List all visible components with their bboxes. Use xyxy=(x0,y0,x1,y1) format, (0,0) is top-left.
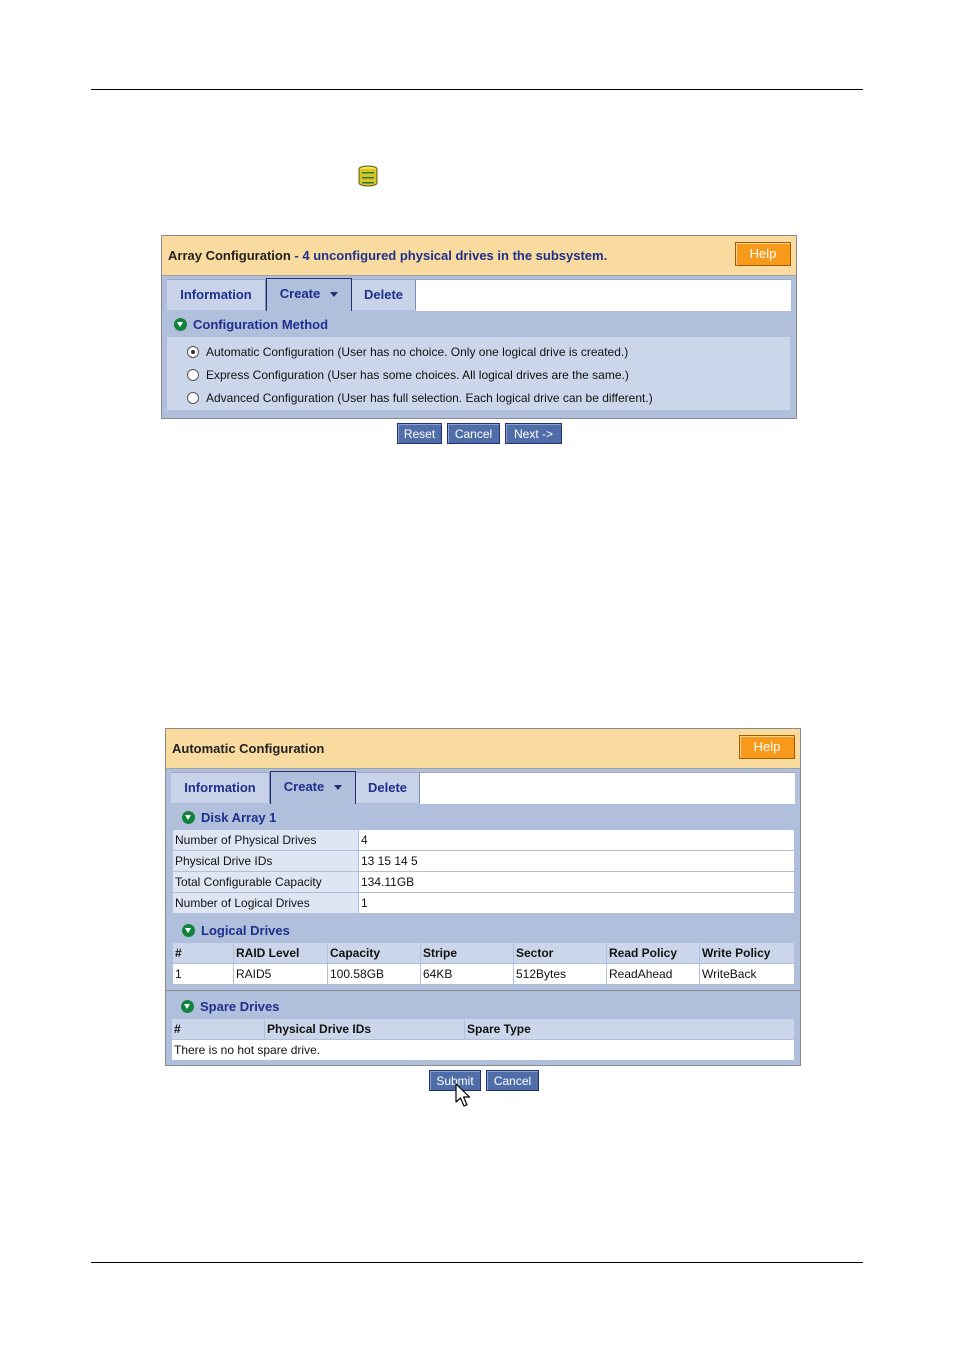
option-automatic-label: Automatic Configuration (User has no cho… xyxy=(206,345,629,359)
section-title: Logical Drives xyxy=(201,923,290,938)
radio-advanced[interactable] xyxy=(187,392,199,404)
table-header-row: # RAID Level Capacity Stripe Sector Read… xyxy=(172,942,795,964)
collapse-icon[interactable] xyxy=(174,318,187,331)
section-title: Spare Drives xyxy=(200,999,280,1014)
column-header: Read Policy xyxy=(606,942,700,964)
section-disk-array: Disk Array 1 xyxy=(182,810,276,825)
section-logical-drives: Logical Drives xyxy=(182,923,290,938)
tab-bar: Information Create Delete xyxy=(167,278,791,311)
section-configuration-method: Configuration Method xyxy=(174,317,328,332)
collapse-icon[interactable] xyxy=(182,811,195,824)
row-key: Total Configurable Capacity xyxy=(172,871,359,893)
cell: 1 xyxy=(172,963,234,985)
column-header: Sector xyxy=(513,942,607,964)
panel-header: Array Configuration - 4 unconfigured phy… xyxy=(162,236,796,276)
option-express-label: Express Configuration (User has some cho… xyxy=(206,368,629,382)
table-row: Number of Physical Drives 4 xyxy=(172,829,795,851)
column-header: Spare Type xyxy=(464,1018,795,1040)
disk-array-icon xyxy=(358,165,378,187)
table-row: There is no hot spare drive. xyxy=(171,1039,795,1061)
tab-create-label: Create xyxy=(279,286,321,301)
tab-information-label: Information xyxy=(184,780,256,795)
automatic-configuration-panel: Automatic Configuration Help Information… xyxy=(165,728,801,1066)
panel-title: Array Configuration - 4 unconfigured phy… xyxy=(168,248,607,263)
row-key: Physical Drive IDs xyxy=(172,850,359,872)
bottom-rule xyxy=(91,1262,863,1263)
option-advanced-label: Advanced Configuration (User has full se… xyxy=(206,391,653,405)
table-row: Total Configurable Capacity 134.11GB xyxy=(172,871,795,893)
panel-title: Automatic Configuration xyxy=(172,741,325,756)
section-spare-drives: Spare Drives xyxy=(181,999,280,1014)
option-express[interactable]: Express Configuration (User has some cho… xyxy=(187,368,629,382)
tab-delete[interactable]: Delete xyxy=(352,279,416,310)
tab-information[interactable]: Information xyxy=(171,772,270,803)
tab-information[interactable]: Information xyxy=(167,279,266,310)
row-key: Number of Physical Drives xyxy=(172,829,359,851)
row-key: Number of Logical Drives xyxy=(172,892,359,914)
row-value: 13 15 14 5 xyxy=(358,850,795,872)
cell: 100.58GB xyxy=(327,963,421,985)
mouse-pointer-icon xyxy=(455,1083,471,1107)
cell: 64KB xyxy=(420,963,514,985)
tab-bar: Information Create Delete xyxy=(171,771,795,804)
chevron-down-icon xyxy=(334,785,343,791)
section-title: Configuration Method xyxy=(193,317,329,332)
tab-create[interactable]: Create xyxy=(270,771,356,804)
next-button[interactable]: Next -> xyxy=(505,423,562,444)
tab-create[interactable]: Create xyxy=(266,278,352,311)
column-header: # xyxy=(172,942,234,964)
title-text: Array Configuration xyxy=(168,248,291,263)
radio-automatic[interactable] xyxy=(187,346,199,358)
cancel-button[interactable]: Cancel xyxy=(447,423,500,444)
column-header: RAID Level xyxy=(233,942,328,964)
option-advanced[interactable]: Advanced Configuration (User has full se… xyxy=(187,391,653,405)
collapse-icon[interactable] xyxy=(181,1000,194,1013)
tab-information-label: Information xyxy=(180,287,252,302)
column-header: Capacity xyxy=(327,942,421,964)
section-divider xyxy=(166,990,800,991)
title-subtitle: - 4 unconfigured physical drives in the … xyxy=(290,248,608,263)
cancel-button[interactable]: Cancel xyxy=(486,1070,539,1091)
section-title: Disk Array 1 xyxy=(201,810,277,825)
panel-header: Automatic Configuration Help xyxy=(166,729,800,769)
collapse-icon[interactable] xyxy=(182,924,195,937)
tab-bar-fill xyxy=(416,279,791,311)
option-automatic[interactable]: Automatic Configuration (User has no cho… xyxy=(187,345,628,359)
row-value: 134.11GB xyxy=(358,871,795,893)
logical-drives-table: # RAID Level Capacity Stripe Sector Read… xyxy=(172,942,795,985)
cell: 512Bytes xyxy=(513,963,607,985)
table-row: 1 RAID5 100.58GB 64KB 512Bytes ReadAhead… xyxy=(172,963,795,985)
column-header: Stripe xyxy=(420,942,514,964)
table-row: Number of Logical Drives 1 xyxy=(172,892,795,914)
tab-delete-label: Delete xyxy=(367,780,408,795)
table-header-row: # Physical Drive IDs Spare Type xyxy=(171,1018,795,1040)
reset-button[interactable]: Reset xyxy=(397,423,442,444)
cell: RAID5 xyxy=(233,963,328,985)
options-box: Automatic Configuration (User has no cho… xyxy=(167,337,790,410)
help-button[interactable]: Help xyxy=(739,735,795,759)
row-value: 1 xyxy=(358,892,795,914)
disk-array-table: Number of Physical Drives 4 Physical Driv… xyxy=(172,829,795,914)
cell: ReadAhead xyxy=(606,963,700,985)
radio-express[interactable] xyxy=(187,369,199,381)
tab-create-label: Create xyxy=(283,779,325,794)
cell: WriteBack xyxy=(699,963,795,985)
empty-message: There is no hot spare drive. xyxy=(171,1039,795,1061)
tab-delete[interactable]: Delete xyxy=(356,772,420,803)
array-configuration-panel: Array Configuration - 4 unconfigured phy… xyxy=(161,235,797,419)
column-header: Write Policy xyxy=(699,942,795,964)
column-header: Physical Drive IDs xyxy=(264,1018,465,1040)
row-value: 4 xyxy=(358,829,795,851)
column-header: # xyxy=(171,1018,265,1040)
tab-bar-fill xyxy=(420,772,795,804)
tab-delete-label: Delete xyxy=(363,287,404,302)
chevron-down-icon xyxy=(330,292,339,298)
table-row: Physical Drive IDs 13 15 14 5 xyxy=(172,850,795,872)
help-button[interactable]: Help xyxy=(735,242,791,266)
top-rule xyxy=(91,89,863,90)
spare-drives-table: # Physical Drive IDs Spare Type There is… xyxy=(171,1018,795,1061)
